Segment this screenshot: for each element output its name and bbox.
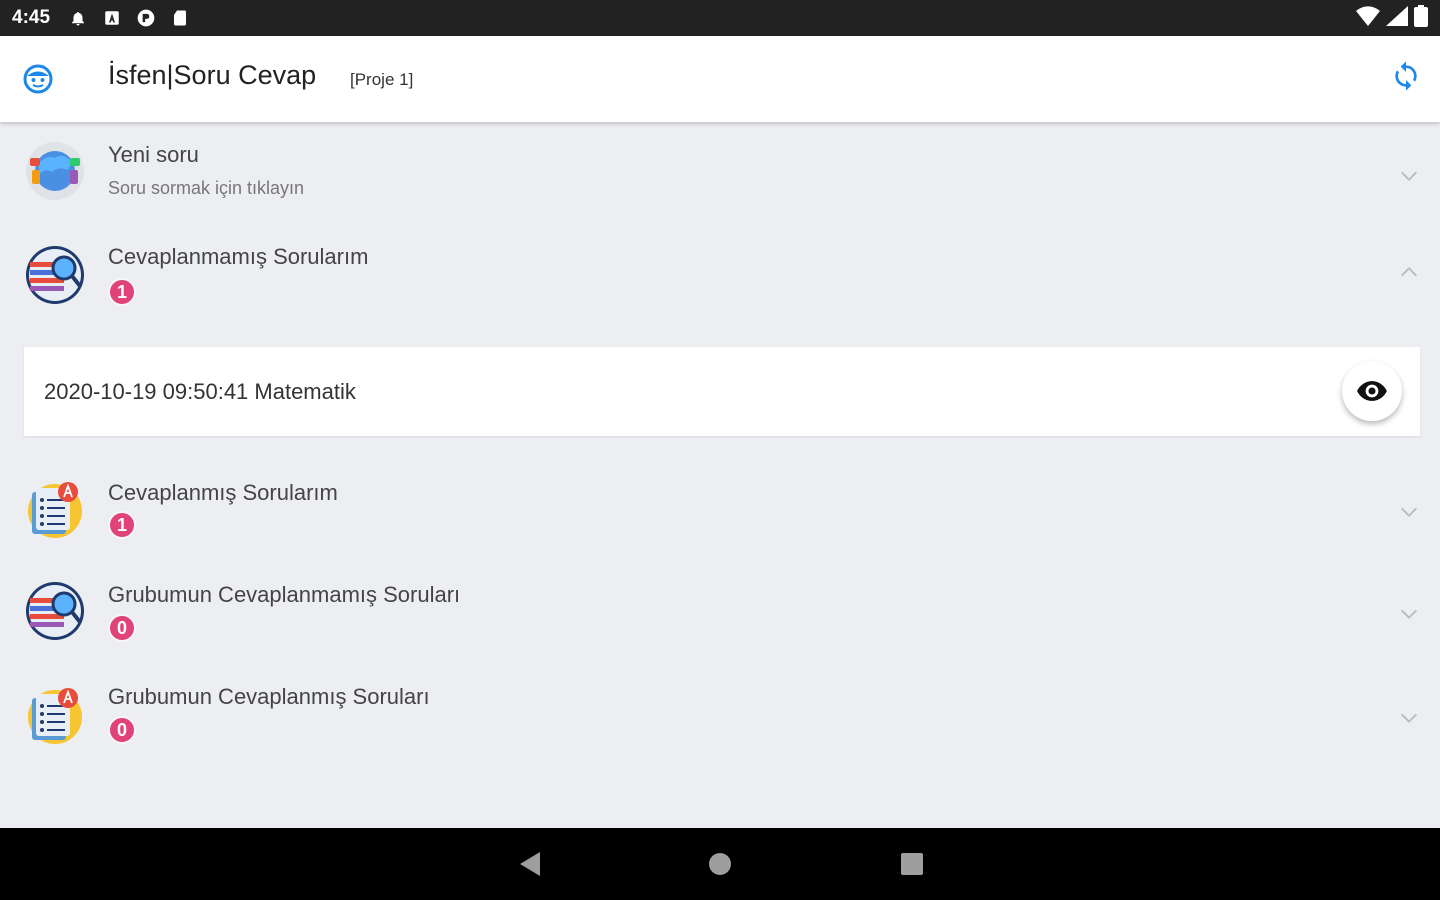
question-entry[interactable]: 2020-10-19 09:50:41 Matematik bbox=[24, 347, 1420, 436]
eye-icon bbox=[1357, 381, 1387, 401]
app-logo-icon[interactable] bbox=[22, 63, 54, 95]
question-entry-text: 2020-10-19 09:50:41 Matematik bbox=[44, 379, 356, 404]
chevron-down-icon[interactable] bbox=[1398, 165, 1420, 187]
list-item-group-answered[interactable]: Grubumun Cevaplanmış Soruları 0 bbox=[0, 662, 1440, 762]
view-question-button[interactable] bbox=[1342, 361, 1402, 421]
sd-card-icon bbox=[170, 8, 190, 28]
answered-questions-icon bbox=[24, 478, 86, 540]
app-title: İsfen|Soru Cevap bbox=[108, 60, 317, 90]
count-badge: 0 bbox=[108, 614, 136, 642]
media-icon bbox=[136, 8, 156, 28]
item-title: Cevaplanmamış Sorularım bbox=[108, 244, 369, 269]
item-subtitle: Soru sormak için tıklayın bbox=[108, 178, 305, 198]
chevron-down-icon[interactable] bbox=[1398, 501, 1420, 523]
back-icon[interactable] bbox=[516, 850, 544, 878]
status-bar: 4:45 bbox=[0, 0, 1440, 36]
unanswered-questions-icon bbox=[24, 244, 86, 306]
list-item-answered-questions[interactable]: Cevaplanmış Sorularım 1 bbox=[0, 458, 1440, 558]
system-navigation-bar bbox=[0, 828, 1440, 900]
count-badge: 1 bbox=[108, 278, 136, 306]
count-badge: 1 bbox=[108, 511, 136, 539]
chevron-up-icon[interactable] bbox=[1398, 261, 1420, 283]
list-item-new-question[interactable]: Yeni soru Soru sormak için tıklayın bbox=[0, 122, 1440, 222]
item-title: Cevaplanmış Sorularım bbox=[108, 480, 338, 505]
status-time: 4:45 bbox=[12, 7, 51, 28]
chevron-down-icon[interactable] bbox=[1398, 707, 1420, 729]
wifi-icon bbox=[1356, 5, 1380, 31]
new-question-icon bbox=[24, 140, 86, 202]
count-badge: 0 bbox=[108, 716, 136, 744]
project-label: [Proje 1] bbox=[350, 70, 414, 89]
recents-icon[interactable] bbox=[898, 850, 926, 878]
sim-a-icon bbox=[102, 8, 122, 28]
chevron-down-icon[interactable] bbox=[1398, 603, 1420, 625]
signal-icon bbox=[1386, 5, 1408, 31]
item-title: Yeni soru bbox=[108, 142, 199, 167]
group-answered-icon bbox=[24, 684, 86, 746]
list-item-group-unanswered[interactable]: Grubumun Cevaplanmamış Soruları 0 bbox=[0, 560, 1440, 660]
group-unanswered-icon bbox=[24, 580, 86, 642]
refresh-icon bbox=[1395, 61, 1417, 91]
list-item-unanswered-questions[interactable]: Cevaplanmamış Sorularım 1 bbox=[0, 224, 1440, 324]
item-title: Grubumun Cevaplanmamış Soruları bbox=[108, 582, 461, 607]
home-icon[interactable] bbox=[706, 850, 734, 878]
app-bar: İsfen|Soru Cevap [Proje 1] bbox=[0, 36, 1440, 122]
battery-icon bbox=[1414, 4, 1428, 32]
notification-bell-icon bbox=[68, 8, 88, 28]
item-title: Grubumun Cevaplanmış Soruları bbox=[108, 684, 430, 709]
refresh-button[interactable] bbox=[1390, 60, 1422, 92]
